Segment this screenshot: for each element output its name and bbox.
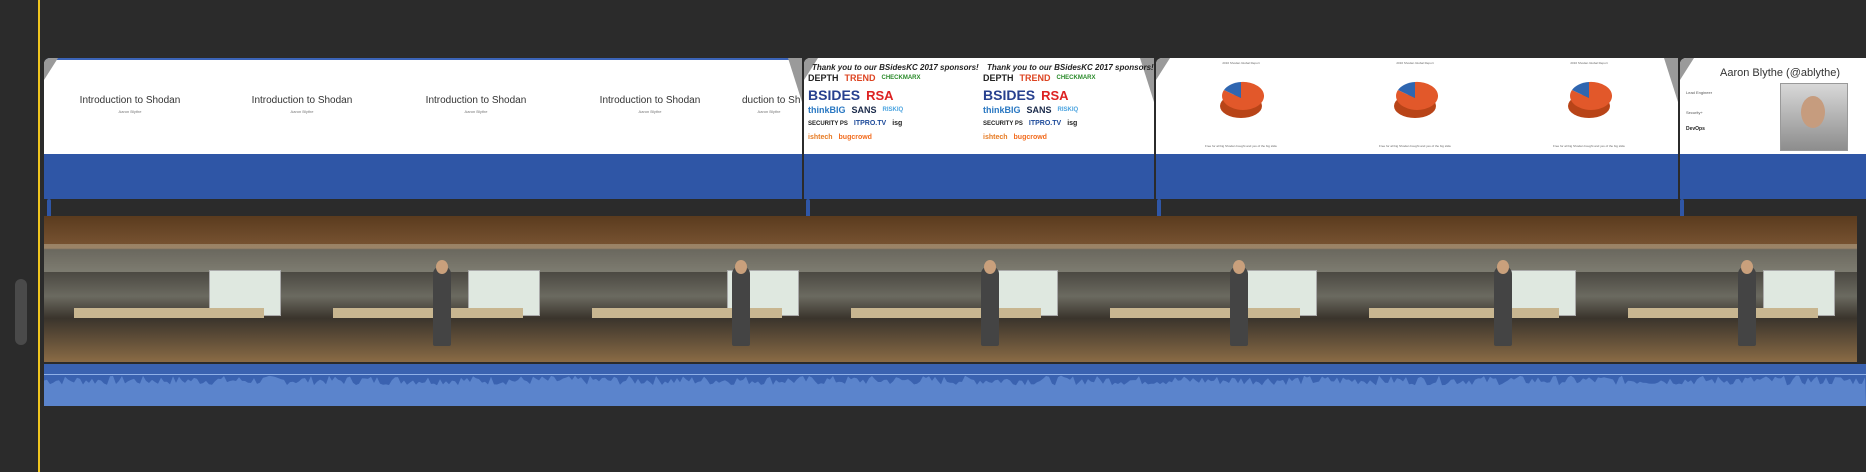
pie-chart-graphic xyxy=(1394,81,1438,118)
title-track: Introduction to Shodan Aaron Blythe Intr… xyxy=(44,58,1866,199)
sponsor-logo: RISKIQ xyxy=(882,107,904,113)
slide-title: Introduction to Shodan xyxy=(79,95,181,106)
sponsor-logo: SECURITY PS xyxy=(983,120,1023,127)
slide-subtitle: Aaron Blythe xyxy=(464,109,488,114)
slide-thumbnail: Introduction to Shodan Aaron Blythe xyxy=(564,58,736,154)
sponsor-logo: thinkBIG xyxy=(983,105,1021,115)
video-frame xyxy=(1080,216,1339,362)
title-clip-report[interactable]: 2016 Shodan Global Report Free for all b… xyxy=(1156,58,1678,199)
logo-row: thinkBIG SANS RISKIQ xyxy=(808,105,903,115)
slide-subtitle: Aaron Blythe xyxy=(757,109,781,114)
sponsor-slide: Thank you to our BSidesKC 2017 sponsors!… xyxy=(804,58,979,154)
logo-row: SECURITY PS ITPRO.TV isg xyxy=(983,120,1077,127)
sponsor-logo: isg xyxy=(892,120,903,127)
sponsor-logo: ishtech xyxy=(983,134,1008,141)
title-clip-introduction[interactable]: Introduction to Shodan Aaron Blythe Intr… xyxy=(44,58,802,199)
logo-row: BSIDES RSA xyxy=(983,87,1069,103)
speaker-face xyxy=(1801,96,1825,128)
slide-subtitle: Aaron Blythe xyxy=(638,109,662,114)
sponsor-logo: isg xyxy=(1067,120,1078,127)
chart-slide-footer: Free for all big Shodan bought and yes o… xyxy=(1553,144,1625,148)
sponsor-logo: bugcrowd xyxy=(838,134,872,141)
video-clip[interactable] xyxy=(44,216,1866,362)
video-frame xyxy=(562,216,821,362)
chart-slide-footer: Free for all big Shodan bought and yes o… xyxy=(1205,144,1277,148)
speaker-bullet: DevOps xyxy=(1686,126,1705,132)
chart-slide: 2016 Shodan Global Report Free for all b… xyxy=(1156,58,1326,154)
timeline[interactable]: Introduction to Shodan Aaron Blythe Intr… xyxy=(0,0,1866,472)
sponsor-logo: RSA xyxy=(866,87,894,103)
vertical-scroll-handle[interactable] xyxy=(15,279,27,345)
pie-chart-graphic xyxy=(1568,81,1612,118)
slide-title: duction to Sh xyxy=(742,95,801,106)
chart-slide-heading: 2016 Shodan Global Report xyxy=(1396,61,1434,65)
sponsor-logo: SECURITY PS xyxy=(808,120,848,127)
speaker-bullet: Security+ xyxy=(1686,110,1703,115)
slide-subtitle: Aaron Blythe xyxy=(118,109,142,114)
speaker-slide: Aaron Blythe (@ablythe) Lead Engineer Se… xyxy=(1680,58,1866,154)
logo-row: SECURITY PS ITPRO.TV isg xyxy=(808,120,902,127)
sponsor-logo: SANS xyxy=(1026,105,1052,115)
slide-thumbnail: Introduction to Shodan Aaron Blythe xyxy=(216,58,388,154)
chart-slide-footer: Free for all big Shodan bought and yes o… xyxy=(1379,144,1451,148)
sponsor-slide: Thank you to our BSidesKC 2017 sponsors!… xyxy=(979,58,1154,154)
sponsor-logo: SANS xyxy=(851,105,877,115)
clip-body xyxy=(1680,154,1866,199)
slide-thumbnail: duction to Sh Aaron Blythe xyxy=(736,58,802,154)
sponsor-logo: ishtech xyxy=(808,134,833,141)
sponsor-logo: BSIDES xyxy=(808,87,861,103)
video-frame xyxy=(1598,216,1857,362)
volume-line[interactable] xyxy=(44,374,1866,375)
sponsor-logo: ITPRO.TV xyxy=(1028,120,1062,127)
slide-thumbnail: Introduction to Shodan Aaron Blythe xyxy=(390,58,562,154)
logo-row: DEPTH TREND CHECKMARX xyxy=(808,73,921,83)
speaker-name: Aaron Blythe (@ablythe) xyxy=(1720,67,1841,79)
speaker-bullet: Lead Engineer xyxy=(1686,90,1713,95)
logo-row: BSIDES RSA xyxy=(808,87,894,103)
sponsor-logo: RISKIQ xyxy=(1057,107,1079,113)
title-clip-sponsors[interactable]: Thank you to our BSidesKC 2017 sponsors!… xyxy=(804,58,1154,199)
chart-slide-heading: 2016 Shodan Global Report xyxy=(1222,61,1260,65)
chart-slide: 2016 Shodan Global Report Free for all b… xyxy=(1504,58,1674,154)
pie-chart-graphic xyxy=(1220,81,1264,118)
sponsor-logo: TREND xyxy=(1019,73,1051,83)
chart-slide-heading: 2016 Shodan Global Report xyxy=(1570,61,1608,65)
video-frame xyxy=(1339,216,1598,362)
chart-slide: 2016 Shodan Global Report Free for all b… xyxy=(1330,58,1500,154)
logo-row: ishtech bugcrowd xyxy=(808,134,872,141)
sponsor-logo: BSIDES xyxy=(983,87,1036,103)
sponsor-logo: CHECKMARX xyxy=(1056,75,1096,81)
title-clip-speaker[interactable]: Aaron Blythe (@ablythe) Lead Engineer Se… xyxy=(1680,58,1866,199)
clip-body xyxy=(804,154,1154,199)
waveform-graphic xyxy=(44,375,1866,406)
video-frame xyxy=(303,216,562,362)
sponsor-heading: Thank you to our BSidesKC 2017 sponsors! xyxy=(812,63,979,72)
sponsor-heading: Thank you to our BSidesKC 2017 sponsors! xyxy=(987,63,1154,72)
sponsor-logo: CHECKMARX xyxy=(881,75,921,81)
audio-waveform[interactable] xyxy=(44,364,1866,406)
slide-thumbnail: Introduction to Shodan Aaron Blythe xyxy=(44,58,216,154)
clip-body xyxy=(1156,154,1678,199)
sponsor-logo: RSA xyxy=(1041,87,1069,103)
sponsor-logo: DEPTH xyxy=(808,73,839,83)
logo-row: ishtech bugcrowd xyxy=(983,134,1047,141)
sponsor-logo: DEPTH xyxy=(983,73,1014,83)
sponsor-logo: thinkBIG xyxy=(808,105,846,115)
slide-subtitle: Aaron Blythe xyxy=(290,109,314,114)
slide-title: Introduction to Shodan xyxy=(599,95,701,106)
sponsor-logo: bugcrowd xyxy=(1013,134,1047,141)
video-frame xyxy=(44,216,303,362)
video-frame xyxy=(821,216,1080,362)
slide-title: Introduction to Shodan xyxy=(425,95,527,106)
speaker-photo xyxy=(1780,83,1848,151)
logo-row: DEPTH TREND CHECKMARX xyxy=(983,73,1096,83)
slide-title: Introduction to Shodan xyxy=(251,95,353,106)
playhead[interactable] xyxy=(38,0,40,472)
clip-body xyxy=(44,154,802,199)
sponsor-logo: ITPRO.TV xyxy=(853,120,887,127)
sponsor-logo: TREND xyxy=(844,73,876,83)
logo-row: thinkBIG SANS RISKIQ xyxy=(983,105,1078,115)
